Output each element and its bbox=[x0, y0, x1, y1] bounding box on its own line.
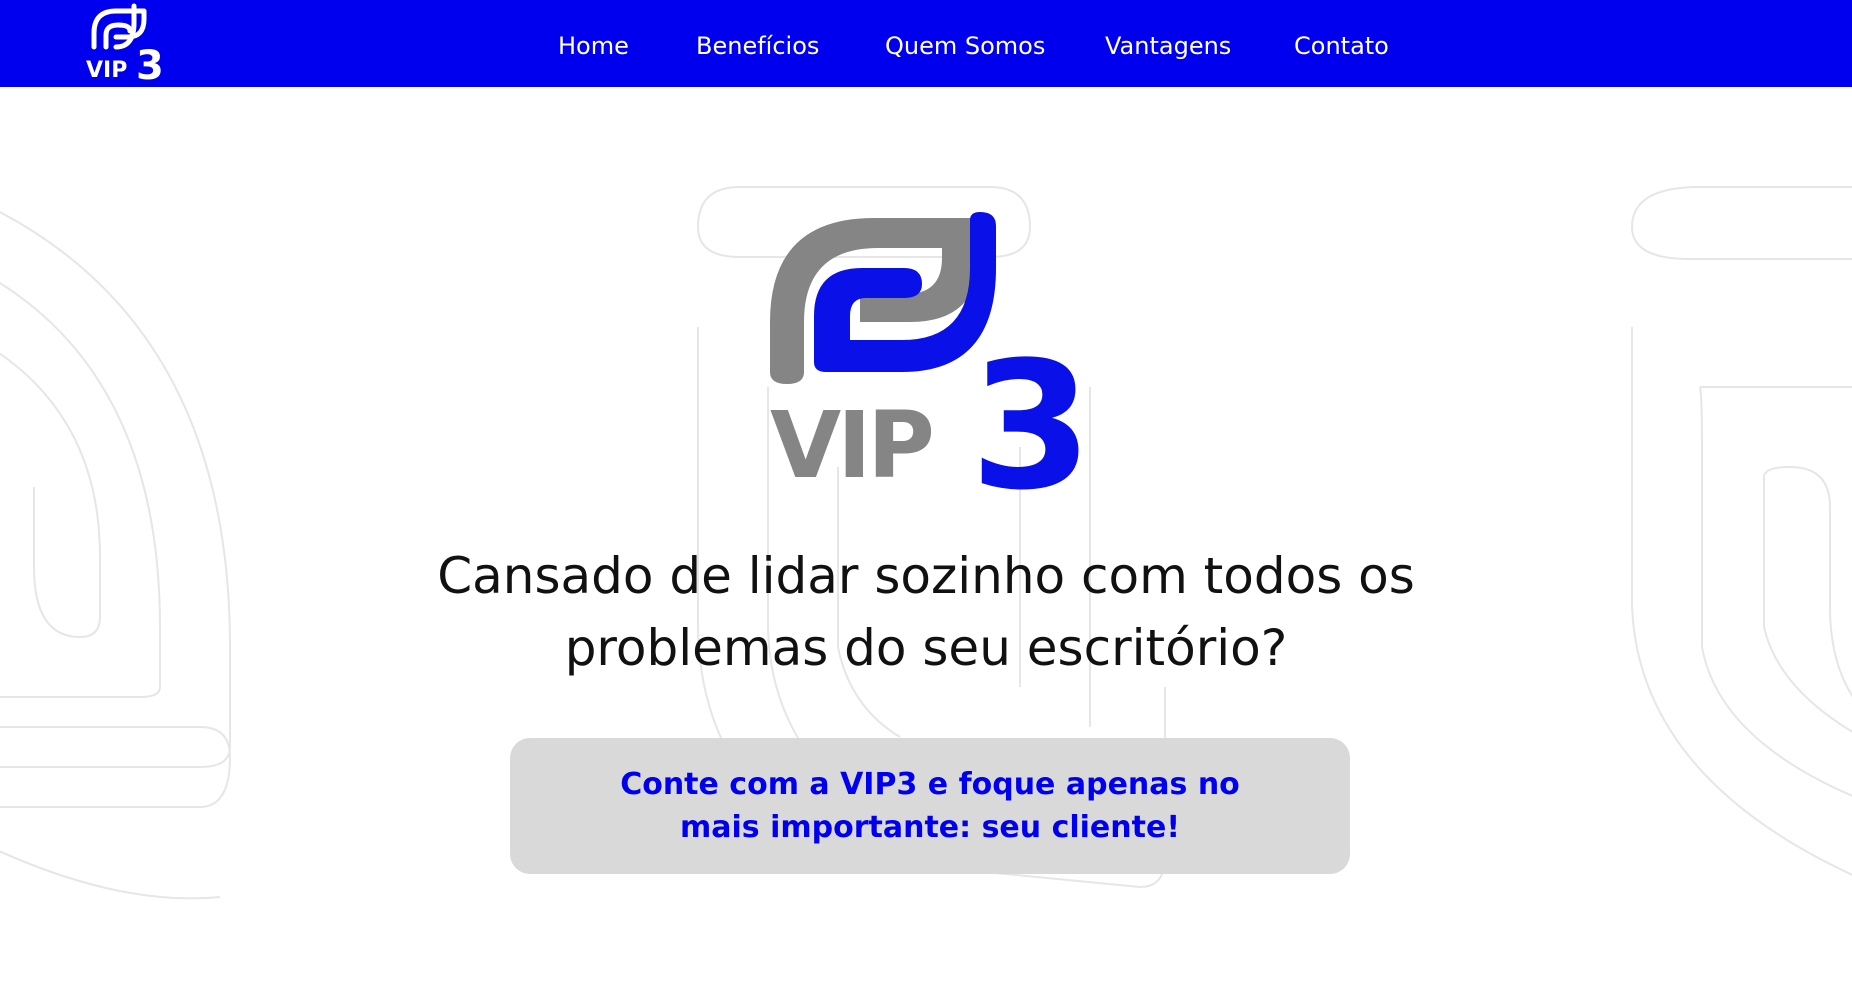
main-nav: Home Benefícios Quem Somos Vantagens Con… bbox=[0, 0, 1852, 87]
hero-title: Cansado de lidar sozinho com todos os pr… bbox=[437, 547, 1415, 677]
nav-vantagens[interactable]: Vantagens bbox=[1105, 31, 1231, 61]
nav-quem-somos[interactable]: Quem Somos bbox=[885, 31, 1045, 61]
cta-text: Conte com a VIP3 e foque apenas no mais … bbox=[620, 767, 1240, 845]
nav-beneficios[interactable]: Benefícios bbox=[696, 31, 819, 61]
hero-logo: VIP 3 bbox=[770, 212, 1090, 496]
cta-box: Conte com a VIP3 e foque apenas no mais … bbox=[510, 738, 1350, 874]
nav-home[interactable]: Home bbox=[558, 31, 629, 61]
logo-wordmark-vip: VIP bbox=[770, 392, 931, 496]
page: VIP 3 Home Benefícios Quem Somos Vantage… bbox=[0, 0, 1852, 984]
nav-contato[interactable]: Contato bbox=[1294, 31, 1389, 61]
logo-wordmark-3: 3 bbox=[970, 324, 1090, 496]
top-navbar: VIP 3 Home Benefícios Quem Somos Vantage… bbox=[0, 0, 1852, 87]
